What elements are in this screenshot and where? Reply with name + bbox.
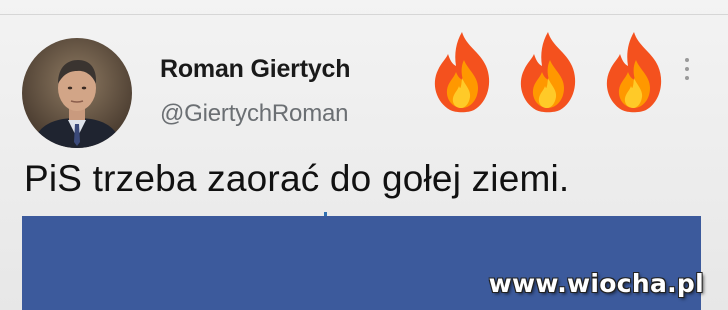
more-options-icon[interactable] [684, 58, 690, 84]
avatar-image [22, 38, 132, 148]
divider [0, 14, 728, 15]
tweet-card: Roman Giertych @GiertychRoman PiS trzeba… [0, 0, 728, 310]
fire-icon [606, 32, 662, 113]
fire-emoji-row [430, 30, 666, 120]
fire-icon [434, 32, 490, 113]
fire-icon [520, 32, 576, 113]
watermark: www.wiocha.pl [488, 269, 704, 298]
author-name[interactable]: Roman Giertych [160, 55, 351, 84]
tweet-text: PiS trzeba zaorać do gołej ziemi. [24, 158, 570, 199]
avatar[interactable] [22, 38, 132, 148]
author-handle[interactable]: @GiertychRoman [160, 100, 348, 128]
